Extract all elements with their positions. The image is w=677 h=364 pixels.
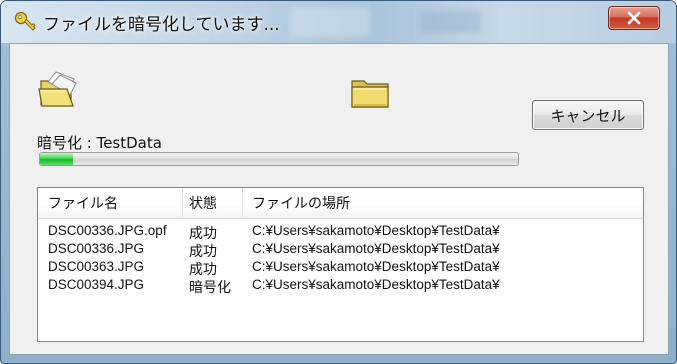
file-location: C:¥Users¥sakamoto¥Desktop¥TestData¥ [252, 259, 500, 274]
column-divider[interactable] [182, 188, 183, 217]
title-bar-glass-shadow [421, 11, 481, 33]
file-name: DSC00394.JPG [48, 277, 145, 292]
window-title: ファイルを暗号化しています... [43, 15, 280, 35]
file-name: DSC00336.JPG [48, 241, 145, 256]
file-state: 暗号化 [189, 280, 231, 296]
file-state: 成功 [189, 244, 217, 260]
file-location: C:¥Users¥sakamoto¥Desktop¥TestData¥ [252, 277, 500, 292]
column-header-location[interactable]: ファイルの場所 [252, 193, 350, 213]
file-state: 成功 [189, 226, 217, 242]
file-location: C:¥Users¥sakamoto¥Desktop¥TestData¥ [252, 241, 500, 256]
cancel-button[interactable]: キャンセル [532, 100, 644, 130]
progress-bar-fill [40, 153, 74, 165]
file-location: C:¥Users¥sakamoto¥Desktop¥TestData¥ [252, 223, 500, 238]
progress-bar [39, 152, 519, 166]
file-list[interactable]: ファイル名 状態 ファイルの場所 DSC00336.JPG.opf 成功 C:¥… [37, 187, 644, 342]
column-divider[interactable] [242, 188, 243, 217]
file-list-header: ファイル名 状態 ファイルの場所 [38, 188, 643, 219]
close-icon [627, 11, 641, 25]
file-name: DSC00363.JPG [48, 259, 145, 274]
title-bar-glass-reflection [291, 7, 371, 37]
dialog-body: 暗号化 : TestData キャンセル ファイル名 状態 ファイルの場所 DS… [9, 43, 669, 355]
folder-icon [351, 80, 389, 108]
file-state: 成功 [189, 262, 217, 278]
table-row[interactable]: DSC00363.JPG 成功 C:¥Users¥sakamoto¥Deskto… [38, 259, 643, 278]
encrypt-dialog: ファイルを暗号化しています... 暗号化 : TestData キャンセル ファ… [0, 0, 677, 364]
table-row[interactable]: DSC00394.JPG 暗号化 C:¥Users¥sakamoto¥Deskt… [38, 277, 643, 296]
title-bar[interactable]: ファイルを暗号化しています... [1, 1, 676, 43]
close-button[interactable] [608, 6, 660, 30]
table-row[interactable]: DSC00336.JPG 成功 C:¥Users¥sakamoto¥Deskto… [38, 241, 643, 260]
column-header-state[interactable]: 状態 [189, 193, 217, 213]
status-label: 暗号化 : TestData [37, 134, 162, 152]
column-header-name[interactable]: ファイル名 [48, 193, 118, 213]
table-row[interactable]: DSC00336.JPG.opf 成功 C:¥Users¥sakamoto¥De… [38, 223, 643, 242]
open-folder-icon [38, 71, 77, 107]
file-name: DSC00336.JPG.opf [48, 223, 167, 238]
key-icon [14, 11, 36, 31]
